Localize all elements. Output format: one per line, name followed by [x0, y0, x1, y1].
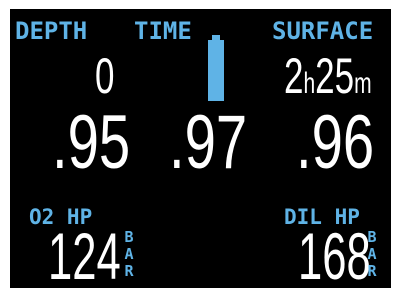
surface-minutes: 25 [315, 48, 355, 104]
unit-letter-a: A [367, 245, 377, 263]
surface-minutes-unit: m [354, 67, 372, 100]
unit-letter-a: A [124, 245, 134, 263]
ppo2-sensor-1: .95 [52, 100, 131, 185]
surface-hours: 2 [284, 48, 304, 104]
o2-hp-value: 124 [48, 219, 121, 288]
unit-letter-r: R [124, 262, 134, 280]
dive-computer-screen: DEPTH TIME SURFACE 0 2h25m .95 .97 .96 O… [10, 9, 391, 288]
o2-hp-unit: B A R [122, 229, 136, 280]
surface-hours-unit: h [303, 67, 316, 100]
depth-label: DEPTH [15, 17, 88, 45]
unit-letter-b: B [367, 228, 377, 246]
unit-letter-b: B [124, 228, 134, 246]
dil-hp-value: 168 [298, 219, 371, 288]
surface-label: SURFACE [272, 17, 374, 45]
ppo2-sensor-2: .97 [169, 100, 248, 185]
dil-hp-unit: B A R [365, 229, 379, 280]
unit-letter-r: R [367, 262, 377, 280]
ppo2-sensor-3: .96 [296, 100, 375, 185]
battery-fill [208, 40, 224, 101]
battery-icon [208, 35, 224, 101]
time-label: TIME [134, 17, 192, 45]
depth-value: 0 [95, 48, 115, 104]
